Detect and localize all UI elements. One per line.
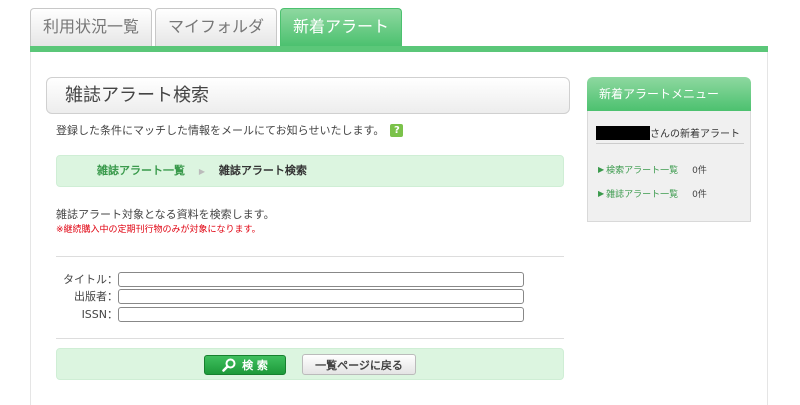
triangle-right-icon: ▶ <box>598 189 605 198</box>
tab-bar: 利用状況一覧 マイフォルダ 新着アラート <box>30 8 405 46</box>
note: ※継続購入中の定期刊行物のみが対象になります。 <box>56 225 261 235</box>
help-icon[interactable]: ? <box>390 123 404 137</box>
sidebar-item-count: 0件 <box>692 190 707 200</box>
redacted-username <box>596 125 650 140</box>
triangle-right-icon: ▶ <box>598 165 605 174</box>
search-icon <box>222 358 236 372</box>
publisher-label: 出版者： <box>74 290 118 303</box>
issn-row: ISSN： <box>56 306 524 322</box>
publisher-input[interactable] <box>118 288 524 304</box>
search-button-label: 検 索 <box>242 359 268 372</box>
sidebar-item-journal-alerts[interactable]: ▶ 雑誌アラート一覧 0件 <box>598 187 707 200</box>
intro: 登録した条件にマッチした情報をメールにてお知らせいたします。 ? <box>56 122 404 138</box>
issn-input[interactable] <box>118 306 524 322</box>
search-button[interactable]: 検 索 <box>204 355 286 375</box>
side-menu: 新着アラートメニュー さんの新着アラート ▶ 検索アラート一覧 0件 ▶ 雑誌ア… <box>587 77 751 222</box>
sidebar-item-count: 0件 <box>692 166 707 176</box>
description: 雑誌アラート対象となる資料を検索します。 <box>56 208 275 221</box>
title-label: タイトル： <box>63 273 118 286</box>
back-to-list-button[interactable]: 一覧ページに戻る <box>302 354 416 375</box>
publisher-row: 出版者： <box>56 288 524 304</box>
breadcrumb: 雑誌アラート一覧 ▶ 雑誌アラート検索 <box>56 155 564 187</box>
sidebar-item-label: 検索アラート一覧 <box>606 166 679 176</box>
user-alert-suffix: さんの新着アラート <box>650 129 740 140</box>
sidebar-item-label: 雑誌アラート一覧 <box>606 190 679 200</box>
divider <box>596 143 744 144</box>
side-menu-header: 新着アラートメニュー <box>587 77 751 111</box>
breadcrumb-link-journal-alert-list[interactable]: 雑誌アラート一覧 <box>97 164 185 177</box>
issn-label: ISSN： <box>81 308 118 321</box>
breadcrumb-separator-icon: ▶ <box>198 167 205 176</box>
title-row: タイトル： <box>56 271 524 287</box>
title-input[interactable] <box>118 271 524 287</box>
divider <box>56 256 564 257</box>
breadcrumb-current: 雑誌アラート検索 <box>218 164 307 177</box>
tab-new-alerts[interactable]: 新着アラート <box>280 8 403 46</box>
sidebar-item-search-alerts[interactable]: ▶ 検索アラート一覧 0件 <box>598 163 707 176</box>
side-menu-body: さんの新着アラート ▶ 検索アラート一覧 0件 ▶ 雑誌アラート一覧 0件 <box>587 111 751 222</box>
intro-text: 登録した条件にマッチした情報をメールにてお知らせいたします。 <box>56 124 385 137</box>
tab-my-folder[interactable]: マイフォルダ <box>155 8 278 46</box>
divider <box>56 338 564 339</box>
button-bar: 検 索 一覧ページに戻る <box>56 348 564 380</box>
tab-usage-list[interactable]: 利用状況一覧 <box>30 8 153 46</box>
page-title: 雑誌アラート検索 <box>46 77 570 114</box>
user-alert-title: さんの新着アラート <box>596 125 740 140</box>
